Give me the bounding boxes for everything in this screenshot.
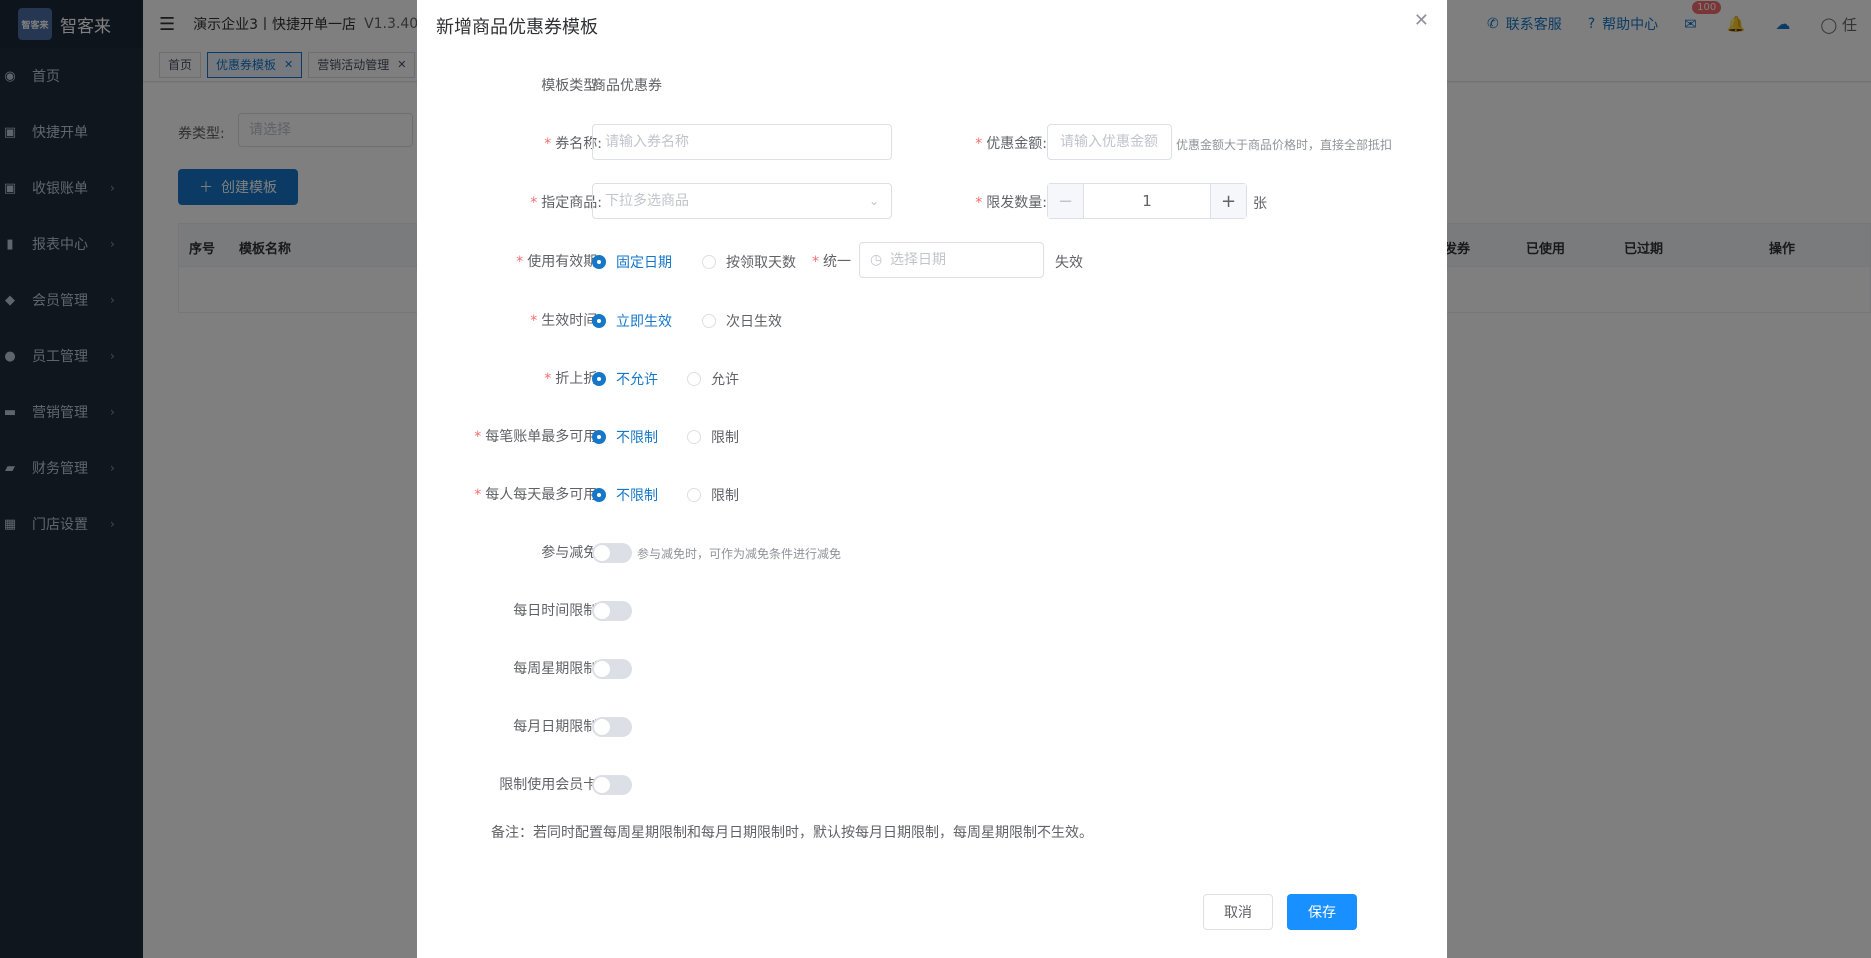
label-text: 统一 [823,254,851,270]
radio-dot [702,255,716,269]
radio-label: 固定日期 [616,255,672,271]
monthly-switch[interactable] [592,717,632,737]
radio-label: 立即生效 [616,314,672,330]
label-text: 每人每天最多可用: [485,487,602,503]
expire-date-picker[interactable]: ◷ 选择日期 [859,242,1044,278]
save-label: 保存 [1308,905,1336,921]
increment-button[interactable]: + [1210,184,1246,218]
label-text: 限发数量: [986,195,1047,211]
radio-label: 次日生效 [726,314,782,330]
input-placeholder: 请输入券名称 [605,134,689,150]
radio-label: 不限制 [616,488,658,504]
radio-dot [687,372,701,386]
dialog-title: 新增商品优惠券模板 [436,17,598,38]
member-card-switch[interactable] [592,775,632,795]
weekly-label: 每周星期限制: [513,661,602,677]
label-text: 使用有效期: [527,254,602,270]
per-day-label: * 每人每天最多可用: [474,487,602,503]
limit-qty-unit: 张 [1253,196,1267,212]
stack-no-radio[interactable]: 不允许 [592,369,658,389]
daily-time-switch[interactable] [592,601,632,621]
label-text: 优惠金额: [986,136,1047,152]
date-placeholder: 选择日期 [890,252,946,268]
radio-label: 按领取天数 [726,255,796,271]
radio-label: 不允许 [616,372,658,388]
discount-amount-label: * 优惠金额: [975,136,1047,152]
stack-yes-radio[interactable]: 允许 [687,369,739,389]
label-text: 每笔账单最多可用: [485,429,602,445]
per-day-limited-radio[interactable]: 限制 [687,485,739,505]
per-day-unlimited-radio[interactable]: 不限制 [592,485,658,505]
add-coupon-dialog: 新增商品优惠券模板 ✕ 模板类型: 商品优惠券 * 券名称: 请输入券名称 * 优惠… [417,0,1447,958]
radio-dot [687,488,701,502]
save-button[interactable]: 保存 [1287,894,1357,930]
effective-now-radio[interactable]: 立即生效 [592,311,672,331]
radio-label: 限制 [711,430,739,446]
unified-label: * 统一 [812,254,851,270]
select-placeholder: 下拉多选商品 [605,193,689,209]
cancel-button[interactable]: 取消 [1203,894,1273,930]
radio-dot [592,488,606,502]
reduce-hint: 参与减免时，可作为减免条件进行减免 [637,547,842,561]
reduce-switch[interactable] [592,543,632,563]
close-icon[interactable]: ✕ [1414,10,1429,31]
discount-amount-input[interactable]: 请输入优惠金额 [1047,124,1172,160]
validity-label: * 使用有效期: [516,254,602,270]
goods-multi-select[interactable]: 下拉多选商品 ⌄ [592,183,892,219]
validity-days-radio[interactable]: 按领取天数 [702,252,796,272]
radio-dot [592,314,606,328]
template-type-value: 商品优惠券 [592,78,662,94]
chevron-down-icon: ⌄ [868,194,879,208]
input-placeholder: 请输入优惠金额 [1060,134,1158,150]
effective-next-radio[interactable]: 次日生效 [702,311,782,331]
limit-qty-value[interactable]: 1 [1084,192,1210,210]
member-card-label: 限制使用会员卡: [499,777,602,793]
per-bill-limited-radio[interactable]: 限制 [687,427,739,447]
limit-qty-label: * 限发数量: [975,195,1047,211]
weekly-switch[interactable] [592,659,632,679]
radio-dot [702,314,716,328]
decrement-button[interactable]: − [1048,184,1084,218]
radio-label: 不限制 [616,430,658,446]
radio-dot [592,430,606,444]
radio-label: 允许 [711,372,739,388]
limit-qty-stepper[interactable]: − 1 + [1047,183,1247,219]
clock-icon: ◷ [870,252,883,268]
per-bill-unlimited-radio[interactable]: 不限制 [592,427,658,447]
monthly-label: 每月日期限制: [513,719,602,735]
coupon-name-input[interactable]: 请输入券名称 [592,124,892,160]
radio-dot [592,372,606,386]
discount-amount-hint: 优惠金额大于商品价格时，直接全部抵扣 [1176,138,1393,152]
radio-dot [687,430,701,444]
daily-time-label: 每日时间限制: [513,603,602,619]
per-bill-label: * 每笔账单最多可用: [474,429,602,445]
cancel-label: 取消 [1224,905,1252,921]
radio-label: 限制 [711,488,739,504]
validity-fixed-radio[interactable]: 固定日期 [592,252,672,272]
remark-note: 备注：若同时配置每周星期限制和每月日期限制时，默认按每月日期限制，每周星期限制不… [491,825,1093,841]
expire-text: 失效 [1055,255,1083,271]
radio-dot [592,255,606,269]
